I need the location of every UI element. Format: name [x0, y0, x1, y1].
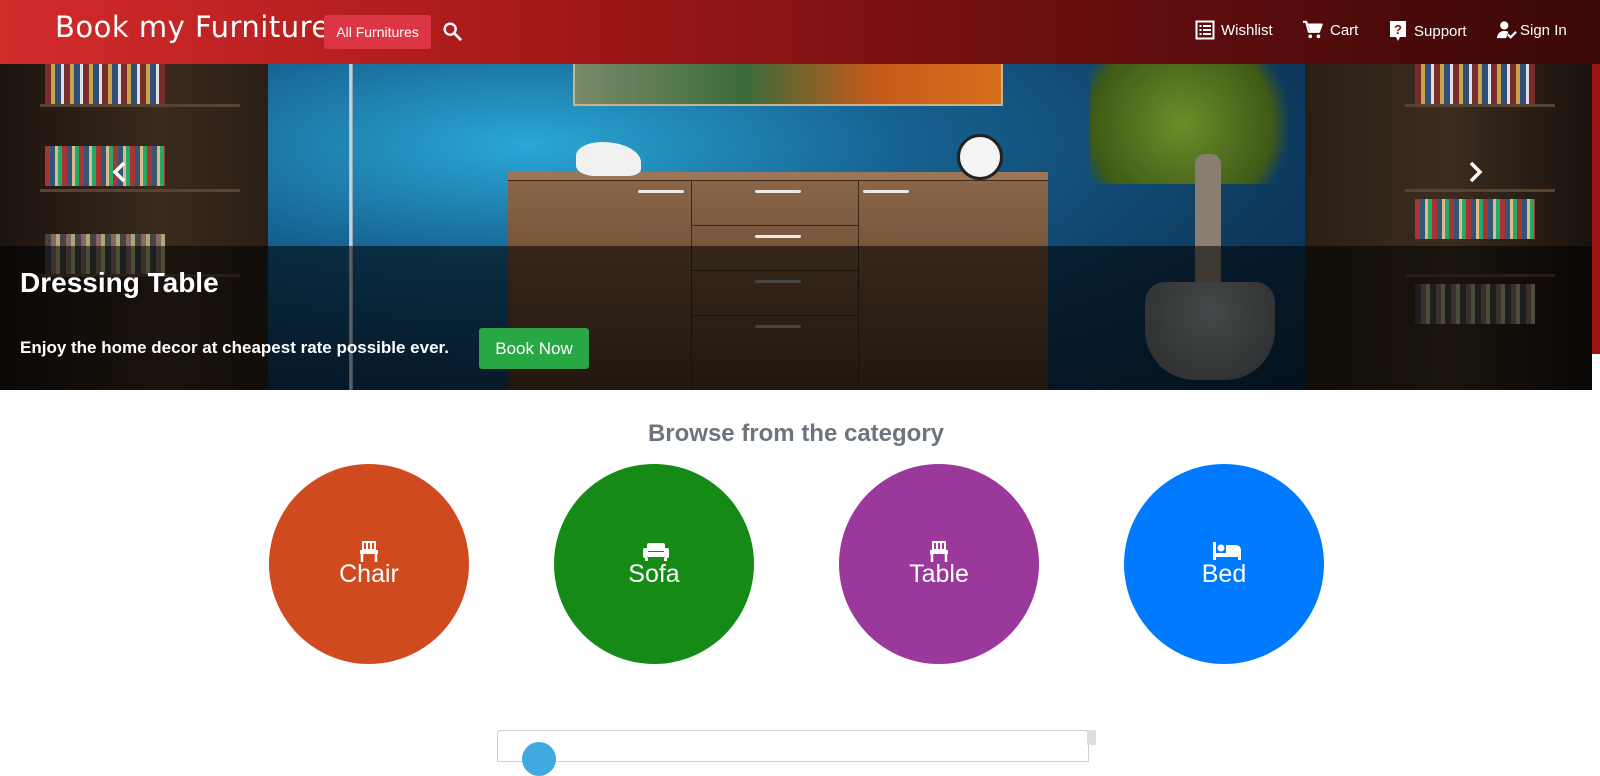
nav-cart-label: Cart — [1330, 21, 1359, 39]
user-check-icon — [1496, 20, 1518, 40]
book-now-button[interactable]: Book Now — [479, 328, 589, 369]
avatar — [522, 742, 556, 776]
svg-text:?: ? — [1394, 22, 1402, 37]
brand-logo[interactable]: Book my Furniture — [55, 10, 330, 44]
category-label: Table — [909, 560, 969, 588]
category-label: Bed — [1201, 560, 1247, 588]
hero-caption-overlay — [0, 246, 1592, 390]
category-chair[interactable]: Chair — [269, 464, 469, 664]
category-heading: Browse from the category — [647, 420, 945, 447]
page-scrollbar[interactable] — [1592, 64, 1600, 354]
content-card — [497, 730, 1089, 776]
nav-wishlist[interactable]: Wishlist — [1195, 20, 1273, 40]
category-sofa[interactable]: Sofa — [554, 464, 754, 664]
nav-sign-in[interactable]: Sign In — [1496, 20, 1567, 40]
card-scrollbar[interactable] — [1087, 730, 1096, 745]
carousel-prev-icon[interactable] — [105, 157, 135, 187]
hero-image-clock — [957, 134, 1003, 180]
help-icon: ? — [1388, 20, 1408, 42]
category-table[interactable]: Table — [839, 464, 1039, 664]
category-label: Sofa — [628, 560, 680, 588]
hero-title: Dressing Table — [20, 267, 219, 298]
hero-text: Enjoy the home decor at cheapest rate po… — [20, 338, 449, 357]
navbar: Book my Furniture All Furnitures Wishlis… — [0, 0, 1600, 64]
cart-icon — [1302, 20, 1324, 40]
hero-image-painting — [573, 64, 1003, 106]
nav-cart[interactable]: Cart — [1302, 20, 1358, 40]
search-icon[interactable] — [441, 20, 467, 46]
category-label: Chair — [339, 560, 399, 588]
nav-support[interactable]: ? Support — [1388, 20, 1467, 42]
nav-sign-in-label: Sign In — [1520, 21, 1567, 39]
nav-support-label: Support — [1414, 22, 1467, 40]
list-icon — [1195, 20, 1215, 40]
all-furnitures-button[interactable]: All Furnitures — [324, 15, 431, 49]
nav-wishlist-label: Wishlist — [1221, 21, 1273, 39]
carousel-next-icon[interactable] — [1460, 157, 1490, 187]
category-bed[interactable]: Bed — [1124, 464, 1324, 664]
